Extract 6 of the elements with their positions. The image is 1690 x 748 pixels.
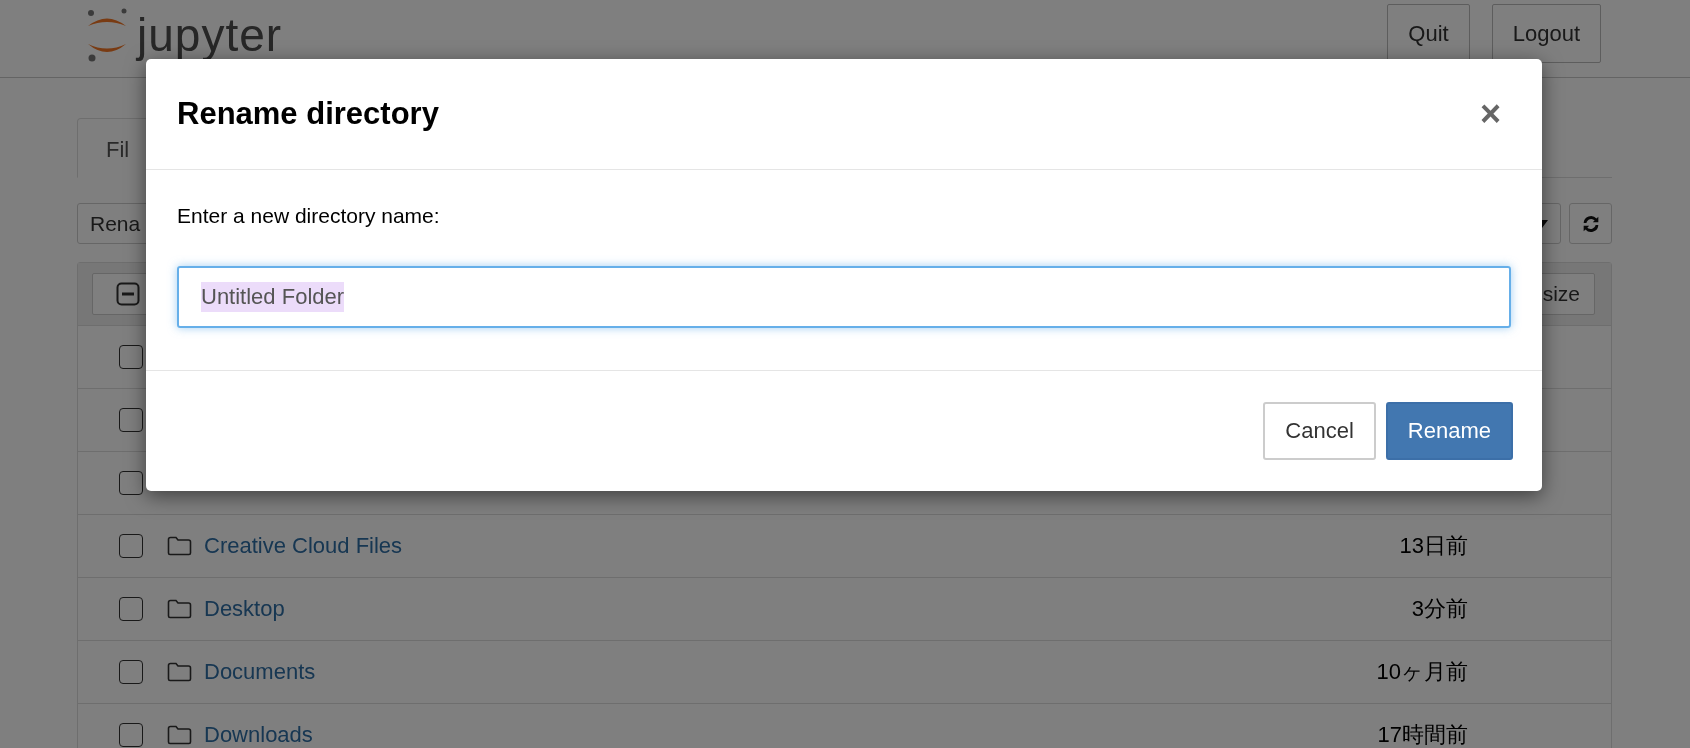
modified-time: 17時間前: [1377, 721, 1468, 748]
logo-text: jupyter: [137, 7, 283, 62]
modified-time: 13日前: [1399, 532, 1468, 560]
modified-time: 3分前: [1411, 595, 1468, 623]
modified-time: 10ヶ月前: [1376, 658, 1468, 686]
prompt-text: Enter a new directory name:: [177, 204, 441, 228]
